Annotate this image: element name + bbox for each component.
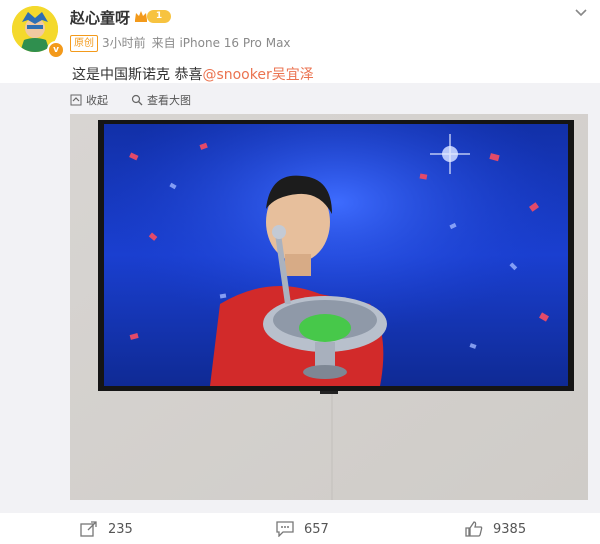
level-badge: 1 bbox=[147, 10, 171, 23]
post-time[interactable]: 3小时前 bbox=[102, 36, 146, 50]
author-name[interactable]: 赵心童呀 bbox=[70, 7, 130, 28]
chevron-down-icon[interactable] bbox=[574, 8, 588, 18]
collapse-button[interactable]: 收起 bbox=[70, 92, 108, 108]
post-text: 这是中国斯诺克 恭喜@snooker吴宜泽 bbox=[72, 64, 314, 84]
post-text-prefix: 这是中国斯诺克 恭喜 bbox=[72, 67, 203, 83]
verified-badge-icon: v bbox=[47, 41, 65, 59]
repost-button[interactable]: 235 bbox=[80, 521, 133, 537]
post-photo[interactable] bbox=[70, 114, 588, 500]
view-large-button[interactable]: 查看大图 bbox=[131, 92, 191, 108]
collapse-icon bbox=[70, 94, 82, 106]
original-badge: 原创 bbox=[70, 35, 98, 52]
mention-name[interactable]: 吴宜泽 bbox=[272, 67, 314, 83]
like-icon bbox=[465, 521, 483, 537]
mention-link[interactable]: @snooker bbox=[202, 67, 271, 83]
comment-count: 657 bbox=[304, 521, 329, 537]
photo-image bbox=[70, 114, 588, 500]
post-source: 来自 iPhone 16 Pro Max bbox=[151, 36, 291, 50]
post-meta: 3小时前 来自 iPhone 16 Pro Max bbox=[102, 34, 291, 51]
like-count: 9385 bbox=[493, 521, 527, 537]
zoom-icon bbox=[131, 94, 143, 106]
comment-icon bbox=[276, 521, 294, 537]
repost-icon bbox=[80, 521, 97, 537]
repost-count: 235 bbox=[108, 521, 133, 537]
collapse-label: 收起 bbox=[86, 94, 108, 107]
comment-button[interactable]: 657 bbox=[276, 521, 329, 537]
view-large-label: 查看大图 bbox=[147, 94, 191, 107]
like-button[interactable]: 9385 bbox=[465, 521, 526, 537]
crown-icon bbox=[135, 11, 147, 22]
